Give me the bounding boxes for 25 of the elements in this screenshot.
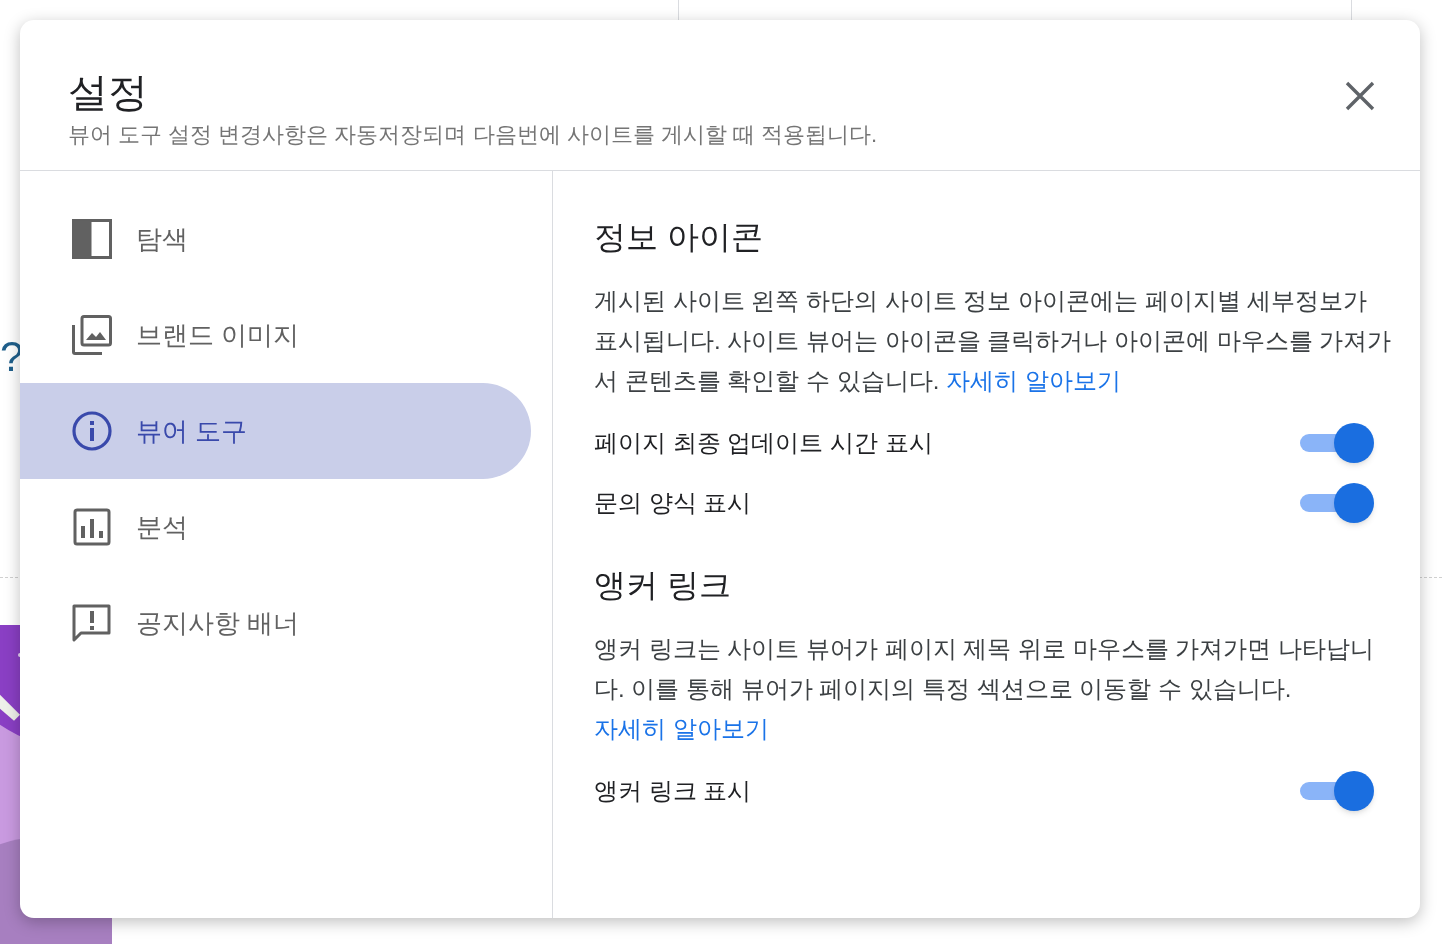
sidebar-item[interactable]: 분석 <box>20 479 531 575</box>
photo-library-icon <box>72 315 112 355</box>
side-panel-icon <box>72 219 112 259</box>
setting-label: 문의 양식 표시 <box>594 488 752 518</box>
section-heading: 정보 아이콘 <box>594 218 764 257</box>
setting-label: 앵커 링크 표시 <box>594 776 752 806</box>
learn-more-link[interactable]: 자세히 알아보기 <box>946 367 1121 394</box>
section-description: 앵커 링크는 사이트 뷰어가 페이지 제목 위로 마우스를 가져가면 나타납니다. 이를 통해 뷰어가 페이지의 특정 섹션으로 이동할 수 있습니다. 자세히 알아보기 <box>594 634 1375 744</box>
section-description: 게시된 사이트 왼쪽 하단의 사이트 정보 아이콘에는 페이지별 세부정보가 표시됩니다. 사이트 뷰어는 아이콘을 클릭하거나 아이콘에 마우스를 가져가서 콘텐츠를 확인할 수 있습니다. 자세히 알아보기 <box>594 286 1393 396</box>
bar-chart-icon <box>72 507 112 547</box>
learn-more-link[interactable]: 자세히 알아보기 <box>594 715 769 742</box>
toggle-switch[interactable] <box>1300 771 1374 811</box>
toggle-switch[interactable] <box>1300 423 1374 463</box>
sidebar-item[interactable]: 뷰어 도구 <box>20 383 531 479</box>
dialog-title: 설정 <box>68 69 148 116</box>
sidebar-item[interactable]: 탐색 <box>20 191 531 287</box>
close-icon <box>1344 80 1376 112</box>
section-heading: 앵커 링크 <box>594 566 732 605</box>
feedback-icon <box>72 603 112 643</box>
setting-label: 페이지 최종 업데이트 시간 표시 <box>594 428 933 458</box>
sidebar-item[interactable]: 브랜드 이미지 <box>20 287 531 383</box>
sidebar-item[interactable]: 공지사항 배너 <box>20 575 531 671</box>
info-icon <box>72 411 112 451</box>
toggle-switch[interactable] <box>1300 483 1374 523</box>
dialog-subtitle: 뷰어 도구 설정 변경사항은 자동저장되며 다음번에 사이트를 게시할 때 적용됩니다. <box>68 121 879 149</box>
